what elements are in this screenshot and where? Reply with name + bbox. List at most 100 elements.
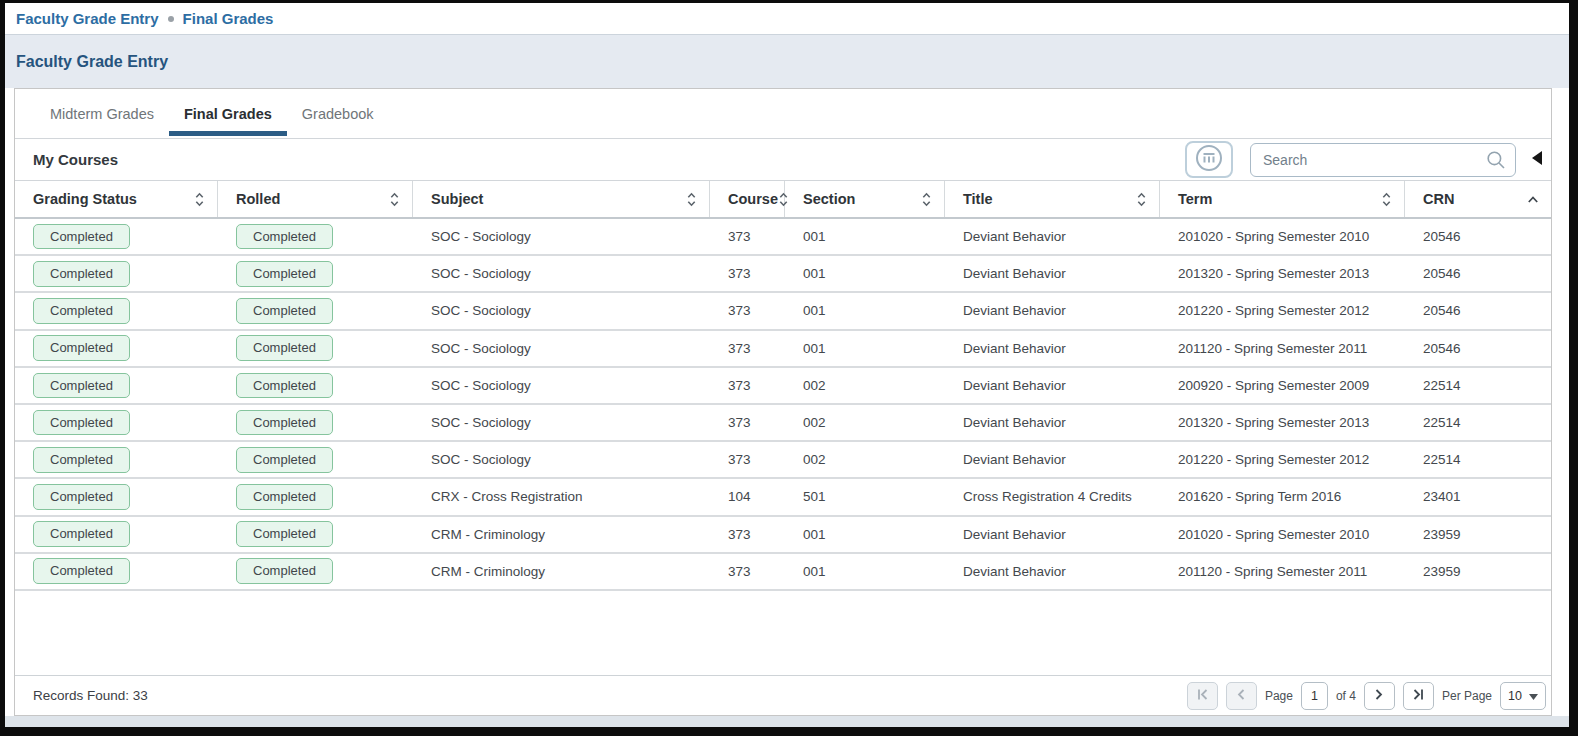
next-page-button[interactable] bbox=[1364, 682, 1395, 710]
cell-crn: 20546 bbox=[1405, 256, 1551, 291]
cell-section: 001 bbox=[785, 554, 945, 589]
table-row[interactable]: CompletedCompletedSOC - Sociology373001D… bbox=[15, 256, 1551, 293]
page-number-input[interactable] bbox=[1301, 682, 1328, 710]
grading-status-badge: Completed bbox=[33, 484, 130, 510]
column-header-subject[interactable]: Subject bbox=[413, 181, 710, 217]
column-header-label: CRN bbox=[1423, 191, 1454, 207]
cell-rolled: Completed bbox=[218, 256, 413, 291]
per-page-label: Per Page bbox=[1442, 689, 1492, 703]
cell-term: 201120 - Spring Semester 2011 bbox=[1160, 554, 1405, 589]
per-page-value: 10 bbox=[1508, 689, 1522, 703]
sort-icon bbox=[1381, 191, 1392, 208]
table-row[interactable]: CompletedCompletedCRX - Cross Registrati… bbox=[15, 479, 1551, 516]
main-panel: Midterm GradesFinal GradesGradebook My C… bbox=[14, 88, 1552, 716]
cell-title: Deviant Behavior bbox=[945, 554, 1160, 589]
table-row[interactable]: CompletedCompletedSOC - Sociology373001D… bbox=[15, 331, 1551, 368]
cell-title: Deviant Behavior bbox=[945, 405, 1160, 440]
cell-rolled: Completed bbox=[218, 517, 413, 552]
cell-term: 201620 - Spring Term 2016 bbox=[1160, 479, 1405, 514]
cell-rolled: Completed bbox=[218, 442, 413, 477]
cell-title: Deviant Behavior bbox=[945, 442, 1160, 477]
cell-subject: SOC - Sociology bbox=[413, 405, 710, 440]
cell-title: Deviant Behavior bbox=[945, 256, 1160, 291]
cell-term: 201320 - Spring Semester 2013 bbox=[1160, 256, 1405, 291]
cell-crn: 23401 bbox=[1405, 479, 1551, 514]
grading-status-badge: Completed bbox=[33, 373, 130, 399]
breadcrumb-link-final-grades[interactable]: Final Grades bbox=[183, 10, 274, 27]
search-input[interactable] bbox=[1250, 143, 1516, 177]
cell-term: 201020 - Spring Semester 2010 bbox=[1160, 517, 1405, 552]
previous-page-button[interactable] bbox=[1226, 682, 1257, 710]
table-row[interactable]: CompletedCompletedSOC - Sociology373002D… bbox=[15, 368, 1551, 405]
cell-grading-status: Completed bbox=[15, 331, 218, 366]
breadcrumb-link-faculty-grade-entry[interactable]: Faculty Grade Entry bbox=[16, 10, 159, 27]
page: Faculty Grade Entry Final Grades Faculty… bbox=[5, 3, 1569, 727]
sort-icon bbox=[1136, 191, 1147, 208]
collapse-panel-button[interactable] bbox=[1531, 150, 1543, 169]
grading-status-badge: Completed bbox=[33, 410, 130, 436]
column-header-rolled[interactable]: Rolled bbox=[218, 181, 413, 217]
tab-gradebook[interactable]: Gradebook bbox=[287, 89, 389, 138]
cell-crn: 20546 bbox=[1405, 293, 1551, 328]
cell-course: 373 bbox=[710, 368, 785, 403]
column-header-course[interactable]: Course bbox=[710, 181, 785, 217]
column-header-title[interactable]: Title bbox=[945, 181, 1160, 217]
rolled-badge: Completed bbox=[236, 298, 333, 324]
column-header-label: Course bbox=[728, 191, 778, 207]
grading-status-badge: Completed bbox=[33, 224, 130, 250]
cell-course: 373 bbox=[710, 405, 785, 440]
last-page-button[interactable] bbox=[1403, 682, 1434, 710]
cell-title: Deviant Behavior bbox=[945, 293, 1160, 328]
pagination: Page of 4 Per Page 10 bbox=[1187, 682, 1546, 710]
column-header-term[interactable]: Term bbox=[1160, 181, 1405, 217]
per-page-select[interactable]: 10 bbox=[1500, 682, 1546, 710]
cell-grading-status: Completed bbox=[15, 517, 218, 552]
cell-rolled: Completed bbox=[218, 479, 413, 514]
column-header-crn[interactable]: CRN bbox=[1405, 181, 1551, 217]
table-row[interactable]: CompletedCompletedSOC - Sociology373001D… bbox=[15, 293, 1551, 330]
sort-icon bbox=[194, 191, 205, 208]
sort-icon bbox=[686, 191, 697, 208]
cell-subject: CRM - Criminology bbox=[413, 517, 710, 552]
cell-rolled: Completed bbox=[218, 554, 413, 589]
cell-grading-status: Completed bbox=[15, 554, 218, 589]
table-footer: Records Found: 33 Page of 4 bbox=[15, 675, 1551, 715]
cell-crn: 22514 bbox=[1405, 368, 1551, 403]
cell-title: Deviant Behavior bbox=[945, 219, 1160, 254]
column-header-label: Section bbox=[803, 191, 855, 207]
cell-section: 501 bbox=[785, 479, 945, 514]
cell-rolled: Completed bbox=[218, 219, 413, 254]
cell-crn: 20546 bbox=[1405, 219, 1551, 254]
tab-final-grades[interactable]: Final Grades bbox=[169, 89, 287, 138]
cell-section: 001 bbox=[785, 219, 945, 254]
cell-term: 201120 - Spring Semester 2011 bbox=[1160, 331, 1405, 366]
cell-title: Deviant Behavior bbox=[945, 517, 1160, 552]
cell-course: 373 bbox=[710, 293, 785, 328]
search-icon bbox=[1486, 150, 1506, 174]
cell-term: 201020 - Spring Semester 2010 bbox=[1160, 219, 1405, 254]
table-empty-space bbox=[15, 591, 1551, 675]
previous-page-icon bbox=[1236, 688, 1246, 704]
column-header-label: Term bbox=[1178, 191, 1212, 207]
cell-section: 002 bbox=[785, 405, 945, 440]
cell-crn: 22514 bbox=[1405, 405, 1551, 440]
column-settings-button[interactable] bbox=[1185, 141, 1233, 178]
table-row[interactable]: CompletedCompletedCRM - Criminology37300… bbox=[15, 517, 1551, 554]
rolled-badge: Completed bbox=[236, 521, 333, 547]
cell-section: 001 bbox=[785, 293, 945, 328]
cell-grading-status: Completed bbox=[15, 405, 218, 440]
cell-crn: 22514 bbox=[1405, 442, 1551, 477]
cell-section: 001 bbox=[785, 517, 945, 552]
column-header-grading-status[interactable]: Grading Status bbox=[15, 181, 218, 217]
table-row[interactable]: CompletedCompletedCRM - Criminology37300… bbox=[15, 554, 1551, 591]
column-header-label: Grading Status bbox=[33, 191, 137, 207]
table-row[interactable]: CompletedCompletedSOC - Sociology373002D… bbox=[15, 442, 1551, 479]
cell-title: Deviant Behavior bbox=[945, 331, 1160, 366]
tab-midterm-grades[interactable]: Midterm Grades bbox=[35, 89, 169, 138]
rolled-badge: Completed bbox=[236, 410, 333, 436]
table-header-row: Grading Status RolledSubject Course Section… bbox=[15, 181, 1551, 219]
table-row[interactable]: CompletedCompletedSOC - Sociology373001D… bbox=[15, 219, 1551, 256]
table-row[interactable]: Completed Completed SOC - Sociology373002D… bbox=[15, 405, 1551, 442]
first-page-button[interactable] bbox=[1187, 682, 1218, 710]
column-header-section[interactable]: Section bbox=[785, 181, 945, 217]
